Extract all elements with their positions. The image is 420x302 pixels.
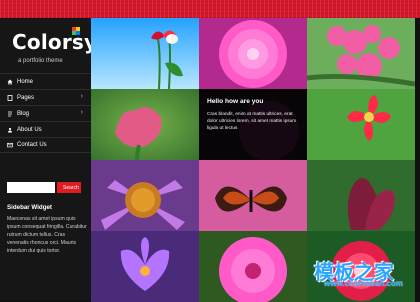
nav-item-pages[interactable]: Pages › [0,89,91,105]
nav-label: Pages [17,94,35,101]
search-form: Search [7,182,81,193]
portfolio-item-hover[interactable]: Hello how are you Cras blandit, enim at … [199,89,307,160]
nav-label: About Us [17,126,42,133]
widget-text: Maecenas sit amet ipsum quis ipsum conse… [7,216,87,254]
portfolio-item-pink-blossoms[interactable] [307,18,415,89]
search-input[interactable] [7,182,55,193]
chevron-right-icon: › [80,93,83,100]
portfolio-item-pink-dahlia[interactable] [199,18,307,89]
sidebar: Colorsy a portfolio theme Home Pages › B… [0,18,97,300]
nav-label: Contact Us [17,142,47,148]
portfolio-item-crocus[interactable] [91,231,199,302]
portfolio-item-tulips[interactable] [91,18,199,89]
portfolio-item-pink-tulip[interactable] [91,89,199,160]
blog-icon [7,111,13,117]
nav-label: Home [17,78,34,85]
hover-text: Cras blandit, enim at mattis ultrices, e… [207,112,297,131]
about-icon [7,127,13,133]
nav-item-contact-us[interactable]: Contact Us [0,137,91,153]
nav-label: Blog [17,110,30,117]
logo-color-squares-icon [72,27,80,35]
hover-title: Hello how are you [207,98,264,105]
hover-overlay: Hello how are you Cras blandit, enim at … [199,89,307,160]
site-logo[interactable]: Colorsy [12,30,97,54]
portfolio-item-red-lily[interactable] [307,89,415,160]
search-button[interactable]: Search [57,182,81,193]
watermark-url: www.cssmoban.com [324,279,403,288]
top-color-strip [0,0,420,18]
portfolio-item-coneflower[interactable] [91,160,199,231]
portfolio-item-butterfly[interactable] [199,160,307,231]
portfolio-item-magnolia[interactable] [307,160,415,231]
pages-icon [7,94,13,101]
contact-icon [7,142,13,148]
portfolio-item-pink-gerbera[interactable] [199,231,307,302]
nav-item-about-us[interactable]: About Us [0,121,91,137]
watermark: 模板之家 www.cssmoban.com [312,256,404,290]
main-nav: Home Pages › Blog › About Us Contact Us [0,73,91,153]
chevron-right-icon: › [80,109,83,116]
home-icon [7,79,13,85]
site-tagline: a portfolio theme [18,58,63,64]
nav-item-home[interactable]: Home [0,73,91,89]
widget-title: Sidebar Widget [7,204,52,211]
nav-item-blog[interactable]: Blog › [0,105,91,121]
